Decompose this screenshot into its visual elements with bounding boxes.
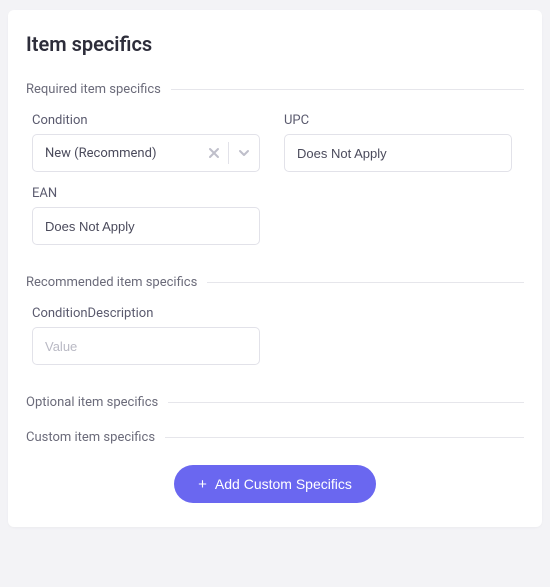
field-condition-description: ConditionDescription [26,306,260,365]
field-ean-label: EAN [32,186,260,201]
section-recommended-header: Recommended item specifics [26,275,524,290]
divider [171,89,524,90]
section-optional-label: Optional item specifics [26,395,158,410]
section-recommended-label: Recommended item specifics [26,275,197,290]
add-custom-specifics-button[interactable]: + Add Custom Specifics [174,465,376,503]
add-custom-specifics-label: Add Custom Specifics [215,476,352,492]
plus-icon: + [198,477,207,492]
x-icon[interactable] [200,146,228,160]
field-upc: UPC [278,113,512,172]
field-upc-label: UPC [284,113,512,128]
field-ean: EAN [26,186,260,245]
item-specifics-card: Item specifics Required item specifics C… [8,10,542,527]
condition-select[interactable]: New (Recommend) [32,134,260,172]
section-required-header: Required item specifics [26,82,524,97]
chevron-down-icon[interactable] [229,147,259,159]
required-fields: Condition New (Recommend) UPC EAN [26,113,524,245]
section-optional-header: Optional item specifics [26,395,524,410]
custom-button-row: + Add Custom Specifics [26,465,524,503]
divider [165,437,524,438]
recommended-fields: ConditionDescription [26,306,524,365]
ean-input[interactable] [32,207,260,245]
section-custom-label: Custom item specifics [26,430,155,445]
field-condition-label: Condition [32,113,260,128]
divider [207,282,524,283]
condition-description-input[interactable] [32,327,260,365]
upc-input[interactable] [284,134,512,172]
card-title: Item specifics [26,32,524,56]
field-condition: Condition New (Recommend) [26,113,260,172]
section-required-label: Required item specifics [26,82,161,97]
field-condition-description-label: ConditionDescription [32,306,260,321]
section-custom-header: Custom item specifics [26,430,524,445]
divider [168,402,524,403]
select-controls [200,142,259,164]
condition-value: New (Recommend) [45,146,200,161]
